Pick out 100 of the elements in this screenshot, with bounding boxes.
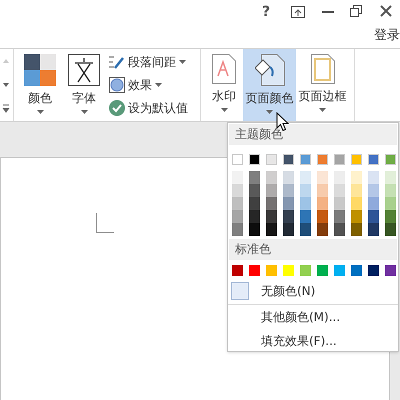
- menu-item[interactable]: 无颜色(N): [261, 282, 316, 300]
- page-borders-button[interactable]: 页面边框: [296, 49, 349, 121]
- close-icon[interactable]: [380, 5, 392, 17]
- color-swatch[interactable]: [283, 154, 294, 165]
- color-swatch[interactable]: [283, 210, 294, 223]
- color-swatch[interactable]: [249, 210, 260, 223]
- color-swatch[interactable]: [368, 223, 379, 236]
- color-swatch[interactable]: [266, 154, 277, 165]
- color-swatch[interactable]: [351, 223, 362, 236]
- caret-icon: [266, 110, 273, 114]
- restore-icon[interactable]: [350, 5, 362, 17]
- color-swatch[interactable]: [249, 184, 260, 197]
- paint-bucket-document-icon: [254, 54, 284, 86]
- color-swatch[interactable]: [385, 210, 396, 223]
- paragraph-spacing-icon: [109, 55, 125, 69]
- page-color-button[interactable]: 页面颜色: [243, 49, 296, 121]
- section-header: 标准色: [229, 239, 397, 260]
- color-swatch[interactable]: [368, 197, 379, 210]
- color-swatch[interactable]: [317, 184, 328, 197]
- color-swatch[interactable]: [266, 171, 277, 184]
- color-swatch[interactable]: [232, 210, 243, 223]
- color-swatch[interactable]: [317, 223, 328, 236]
- color-swatch[interactable]: [300, 154, 311, 165]
- color-swatch[interactable]: [351, 210, 362, 223]
- color-swatch[interactable]: [249, 197, 260, 210]
- theme-fonts-button[interactable]: 字体: [65, 49, 103, 121]
- color-swatch[interactable]: [385, 184, 396, 197]
- effects-circle-icon: [109, 77, 125, 93]
- color-swatch[interactable]: [266, 265, 277, 276]
- caret-icon: [179, 60, 186, 64]
- color-swatch[interactable]: [266, 184, 277, 197]
- color-swatch[interactable]: [249, 223, 260, 236]
- caret-icon: [319, 108, 326, 112]
- color-swatch[interactable]: [300, 210, 311, 223]
- color-swatch[interactable]: [283, 171, 294, 184]
- color-swatch[interactable]: [317, 210, 328, 223]
- minimize-icon[interactable]: [322, 11, 334, 13]
- no-color-swatch: [231, 282, 249, 300]
- color-swatch[interactable]: [317, 171, 328, 184]
- sign-in-link[interactable]: 登录: [374, 26, 400, 46]
- color-swatch[interactable]: [334, 197, 345, 210]
- default-button[interactable]: 设为默认值: [109, 99, 200, 117]
- color-swatch[interactable]: [334, 184, 345, 197]
- color-swatch[interactable]: [317, 154, 328, 165]
- color-swatch[interactable]: [368, 184, 379, 197]
- color-swatch[interactable]: [334, 265, 345, 276]
- color-swatch[interactable]: [385, 154, 396, 165]
- color-swatch[interactable]: [283, 265, 294, 276]
- color-swatch[interactable]: [283, 223, 294, 236]
- caret-icon: [220, 108, 228, 112]
- color-swatch[interactable]: [300, 265, 311, 276]
- margin-corner-mark: [96, 213, 114, 233]
- color-swatch[interactable]: [283, 184, 294, 197]
- color-swatch[interactable]: [266, 223, 277, 236]
- color-swatch[interactable]: [368, 210, 379, 223]
- color-swatch[interactable]: [368, 154, 379, 165]
- watermark-button[interactable]: 水印: [205, 49, 243, 121]
- color-swatch[interactable]: [351, 265, 362, 276]
- color-swatch[interactable]: [232, 265, 243, 276]
- color-swatch[interactable]: [351, 197, 362, 210]
- menu-item[interactable]: 其他颜色(M)...: [261, 308, 340, 326]
- color-swatch[interactable]: [232, 197, 243, 210]
- color-swatch[interactable]: [283, 197, 294, 210]
- color-swatch[interactable]: [334, 154, 345, 165]
- color-swatch[interactable]: [368, 265, 379, 276]
- ribbon-display-icon[interactable]: [291, 6, 305, 18]
- color-swatch[interactable]: [266, 210, 277, 223]
- caret-icon: [155, 83, 162, 87]
- color-swatch[interactable]: [317, 265, 328, 276]
- color-swatch[interactable]: [300, 184, 311, 197]
- color-swatch[interactable]: [351, 171, 362, 184]
- color-swatch[interactable]: [232, 184, 243, 197]
- color-swatch[interactable]: [385, 197, 396, 210]
- color-swatch[interactable]: [334, 210, 345, 223]
- color-swatch[interactable]: [232, 171, 243, 184]
- theme-colors-button[interactable]: 颜色: [21, 49, 59, 121]
- color-swatch[interactable]: [334, 223, 345, 236]
- spacing-button[interactable]: 段落间距: [109, 53, 200, 71]
- effects-button[interactable]: 效果: [109, 76, 200, 94]
- help-button[interactable]: ?: [262, 2, 270, 23]
- color-swatch[interactable]: [385, 223, 396, 236]
- color-swatch[interactable]: [232, 154, 243, 165]
- color-swatch[interactable]: [317, 197, 328, 210]
- color-swatch[interactable]: [249, 265, 260, 276]
- menu-item[interactable]: 填充效果(F)...: [261, 332, 337, 350]
- color-swatch[interactable]: [385, 265, 396, 276]
- color-swatch[interactable]: [334, 171, 345, 184]
- caret-icon: [36, 110, 44, 114]
- color-swatch[interactable]: [249, 154, 260, 165]
- color-swatch[interactable]: [300, 223, 311, 236]
- color-swatch[interactable]: [368, 171, 379, 184]
- color-swatch[interactable]: [232, 223, 243, 236]
- color-swatch[interactable]: [351, 154, 362, 165]
- color-swatch[interactable]: [385, 171, 396, 184]
- color-swatch[interactable]: [351, 184, 362, 197]
- color-swatch[interactable]: [300, 171, 311, 184]
- color-swatch[interactable]: [266, 197, 277, 210]
- color-swatch[interactable]: [249, 171, 260, 184]
- color-swatch[interactable]: [300, 197, 311, 210]
- checkmark-circle-icon: [109, 100, 125, 116]
